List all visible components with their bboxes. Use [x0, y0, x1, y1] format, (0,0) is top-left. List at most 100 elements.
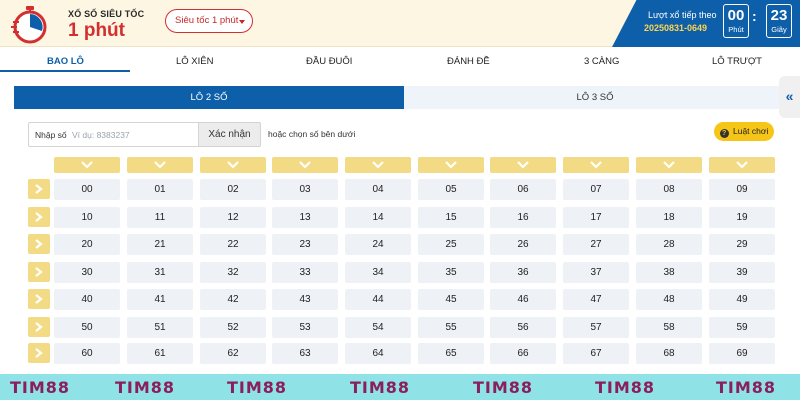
number-cell[interactable]: 10 [54, 207, 120, 228]
number-cell[interactable]: 17 [563, 207, 629, 228]
column-select-button[interactable] [636, 157, 702, 173]
rules-button[interactable]: ? Luật chơi [714, 122, 774, 141]
confirm-button[interactable]: Xác nhận [198, 122, 261, 147]
number-cell[interactable]: 02 [200, 179, 266, 200]
row-select-button[interactable] [28, 234, 50, 254]
number-cell[interactable]: 04 [345, 179, 411, 200]
row-select-button[interactable] [28, 207, 50, 227]
number-cell[interactable]: 52 [200, 317, 266, 338]
number-cell[interactable]: 44 [345, 289, 411, 310]
number-cell[interactable]: 58 [636, 317, 702, 338]
number-cell[interactable]: 25 [418, 234, 484, 255]
column-select-button[interactable] [54, 157, 120, 173]
number-cell[interactable]: 61 [127, 343, 193, 364]
number-cell[interactable]: 69 [709, 343, 775, 364]
number-cell[interactable]: 13 [272, 207, 338, 228]
column-select-button[interactable] [200, 157, 266, 173]
number-cell[interactable]: 29 [709, 234, 775, 255]
number-cell[interactable]: 37 [563, 262, 629, 283]
number-cell[interactable]: 39 [709, 262, 775, 283]
number-cell[interactable]: 32 [200, 262, 266, 283]
number-cell[interactable]: 68 [636, 343, 702, 364]
number-cell[interactable]: 36 [490, 262, 556, 283]
column-select-button[interactable] [490, 157, 556, 173]
number-cell[interactable]: 24 [345, 234, 411, 255]
number-cell[interactable]: 27 [563, 234, 629, 255]
row-select-button[interactable] [28, 289, 50, 309]
number-cell[interactable]: 45 [418, 289, 484, 310]
number-cell[interactable]: 38 [636, 262, 702, 283]
number-cell[interactable]: 64 [345, 343, 411, 364]
number-cell[interactable]: 34 [345, 262, 411, 283]
column-select-button[interactable] [345, 157, 411, 173]
number-cell[interactable]: 20 [54, 234, 120, 255]
logo[interactable]: XỔ SỐ SIÊU TỐC 1 phút [10, 4, 160, 44]
subtab-lo-2-so[interactable]: LÔ 2 SỐ [14, 86, 404, 109]
number-cell[interactable]: 22 [200, 234, 266, 255]
number-cell[interactable]: 46 [490, 289, 556, 310]
column-select-button[interactable] [418, 157, 484, 173]
number-cell[interactable]: 54 [345, 317, 411, 338]
number-cell[interactable]: 59 [709, 317, 775, 338]
number-cell[interactable]: 65 [418, 343, 484, 364]
column-select-button[interactable] [709, 157, 775, 173]
tab-lo-xien[interactable]: LÔ XIÊN [176, 56, 214, 67]
number-cell[interactable]: 62 [200, 343, 266, 364]
number-cell[interactable]: 63 [272, 343, 338, 364]
number-cell[interactable]: 15 [418, 207, 484, 228]
number-cell[interactable]: 48 [636, 289, 702, 310]
number-cell[interactable]: 05 [418, 179, 484, 200]
number-cell[interactable]: 67 [563, 343, 629, 364]
number-cell[interactable]: 35 [418, 262, 484, 283]
number-cell[interactable]: 33 [272, 262, 338, 283]
number-cell[interactable]: 12 [200, 207, 266, 228]
column-select-button[interactable] [563, 157, 629, 173]
number-cell[interactable]: 06 [490, 179, 556, 200]
tab-bao-lo[interactable]: BAO LÔ [47, 56, 84, 67]
row-select-button[interactable] [28, 317, 50, 337]
number-cell[interactable]: 30 [54, 262, 120, 283]
column-select-button[interactable] [272, 157, 338, 173]
number-cell[interactable]: 41 [127, 289, 193, 310]
number-cell[interactable]: 49 [709, 289, 775, 310]
number-cell[interactable]: 50 [54, 317, 120, 338]
number-cell[interactable]: 07 [563, 179, 629, 200]
number-cell[interactable]: 16 [490, 207, 556, 228]
number-cell[interactable]: 31 [127, 262, 193, 283]
number-cell[interactable]: 55 [418, 317, 484, 338]
tab-dau-duoi[interactable]: ĐẦU ĐUÔI [306, 56, 352, 67]
number-cell[interactable]: 08 [636, 179, 702, 200]
number-cell[interactable]: 11 [127, 207, 193, 228]
row-select-button[interactable] [28, 262, 50, 282]
number-cell[interactable]: 53 [272, 317, 338, 338]
row-select-button[interactable] [28, 343, 50, 363]
number-cell[interactable]: 23 [272, 234, 338, 255]
number-cell[interactable]: 18 [636, 207, 702, 228]
number-cell[interactable]: 47 [563, 289, 629, 310]
side-panel-toggle[interactable]: « [779, 76, 800, 118]
number-cell[interactable]: 57 [563, 317, 629, 338]
number-cell[interactable]: 00 [54, 179, 120, 200]
number-cell[interactable]: 26 [490, 234, 556, 255]
number-cell[interactable]: 03 [272, 179, 338, 200]
tab-lo-truot[interactable]: LÔ TRƯỢT [712, 56, 762, 67]
number-cell[interactable]: 60 [54, 343, 120, 364]
number-cell[interactable]: 01 [127, 179, 193, 200]
number-cell[interactable]: 56 [490, 317, 556, 338]
number-cell[interactable]: 21 [127, 234, 193, 255]
number-cell[interactable]: 43 [272, 289, 338, 310]
number-cell[interactable]: 14 [345, 207, 411, 228]
number-cell[interactable]: 66 [490, 343, 556, 364]
subtab-lo-3-so[interactable]: LÔ 3 SỐ [404, 86, 786, 109]
number-cell[interactable]: 28 [636, 234, 702, 255]
number-cell[interactable]: 40 [54, 289, 120, 310]
tab-3-cang[interactable]: 3 CÀNG [584, 56, 619, 67]
number-cell[interactable]: 19 [709, 207, 775, 228]
column-select-button[interactable] [127, 157, 193, 173]
game-speed-select[interactable]: Siêu tốc 1 phút [165, 9, 253, 33]
number-cell[interactable]: 51 [127, 317, 193, 338]
tab-danh-de[interactable]: ĐÁNH ĐỀ [447, 56, 490, 67]
number-cell[interactable]: 09 [709, 179, 775, 200]
row-select-button[interactable] [28, 179, 50, 199]
number-cell[interactable]: 42 [200, 289, 266, 310]
